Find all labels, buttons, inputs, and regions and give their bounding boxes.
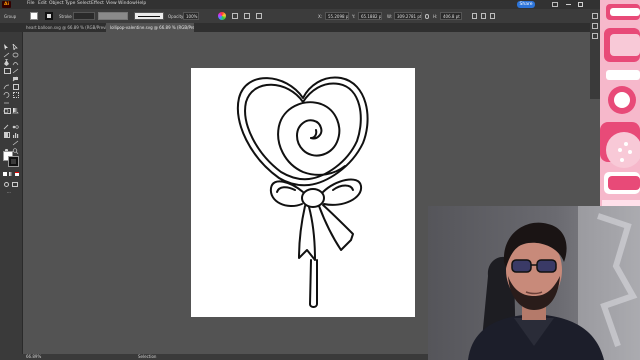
align-icon[interactable] [232, 13, 238, 19]
h-label: H: [433, 14, 438, 19]
blend-tool-icon[interactable] [12, 115, 19, 129]
menu-file[interactable]: File [27, 1, 35, 7]
toolbar-stroke-swatch-icon[interactable] [8, 156, 19, 167]
draw-mode-icon[interactable] [4, 182, 9, 187]
menu-select[interactable]: Select [77, 1, 91, 7]
selection-type-label: Group [4, 14, 17, 19]
perspective-grid-tool-icon[interactable] [12, 99, 19, 114]
menu-effect[interactable]: Effect [91, 1, 104, 7]
scale-tool-icon[interactable] [12, 83, 19, 90]
paintbrush-tool-icon[interactable] [12, 67, 19, 82]
screen-mode-icon[interactable] [12, 182, 18, 187]
reference-point-icon[interactable] [256, 13, 262, 19]
direct-selection-tool-icon[interactable] [12, 35, 19, 52]
recolor-icon[interactable] [218, 12, 226, 20]
y-field[interactable]: 65.1882 pt [358, 12, 382, 20]
color-mode-icon[interactable] [3, 172, 7, 176]
search-icon[interactable] [541, 1, 548, 16]
curvature-tool-icon[interactable] [12, 51, 19, 66]
menu-help[interactable]: Help [136, 1, 146, 7]
gradient-mode-icon[interactable] [9, 172, 13, 176]
panel-icon-3[interactable] [490, 13, 495, 19]
stroke-weight-field[interactable] [73, 12, 95, 20]
constrain-proportions-icon[interactable] [425, 14, 429, 19]
menu-type[interactable]: Type [65, 1, 75, 7]
eyedropper-tool-icon[interactable] [3, 115, 10, 130]
libraries-panel-icon[interactable] [592, 33, 598, 39]
transform-icon[interactable] [244, 13, 250, 19]
magic-wand-tool-icon[interactable] [3, 43, 10, 58]
tab-lollipop-valentine[interactable]: lollipop-valentine.svg @ 66.89 % (RGB/Pr… [106, 23, 194, 32]
h-field[interactable]: 406.8 pt [440, 12, 462, 20]
maximize-icon[interactable] [578, 2, 583, 7]
webcam-overlay [428, 206, 640, 360]
mesh-tool-icon[interactable] [3, 107, 11, 114]
fill-swatch-icon[interactable] [30, 12, 38, 20]
share-button[interactable]: Share [517, 1, 535, 8]
slice-tool-icon[interactable] [12, 131, 19, 146]
zoom-tool-icon[interactable] [12, 139, 19, 154]
panel-icon-2[interactable] [481, 13, 486, 19]
rotate-tool-icon[interactable] [3, 83, 10, 98]
variable-width-profile[interactable] [98, 12, 128, 20]
brush-definition[interactable] [134, 12, 164, 20]
properties-panel-icon[interactable] [592, 13, 598, 19]
shaper-tool-icon[interactable] [3, 75, 10, 90]
opacity-field[interactable]: 100% [183, 12, 199, 20]
document-tab-bar: heart balloon.svg @ 66.89 % (RGB/Preview… [0, 23, 600, 32]
pen-tool-icon[interactable] [3, 51, 10, 66]
arrange-icon[interactable] [552, 2, 558, 7]
control-bar: Group Stroke Opacity 100% X: 55.2098 pt … [0, 9, 600, 24]
menu-edit[interactable]: Edit [38, 1, 47, 7]
gradient-tool-icon[interactable] [12, 107, 19, 113]
menu-object[interactable]: Object [49, 1, 64, 7]
hand-tool-icon[interactable] [3, 139, 10, 153]
eraser-tool-icon[interactable] [12, 75, 19, 81]
tools-panel: T ··· [0, 32, 23, 360]
y-label: Y: [352, 14, 356, 19]
width-tool-icon[interactable] [3, 91, 10, 104]
none-mode-icon[interactable] [15, 172, 19, 176]
free-transform-tool-icon[interactable] [12, 91, 19, 98]
w-label: W: [387, 14, 393, 19]
app-logo-icon: Ai [2, 1, 11, 8]
line-tool-icon[interactable] [12, 59, 19, 74]
rectangle-tool-icon[interactable] [3, 67, 11, 74]
artboard[interactable] [191, 68, 415, 317]
selection-tool-icon[interactable] [3, 35, 10, 50]
stroke-swatch-icon[interactable] [45, 12, 53, 20]
artboard-tool-icon[interactable] [3, 131, 10, 138]
symbol-sprayer-tool-icon[interactable] [3, 123, 10, 137]
x-label: X: [318, 14, 323, 19]
menu-view[interactable]: View [106, 1, 117, 7]
x-field[interactable]: 55.2098 pt [325, 12, 349, 20]
lollipop-artwork[interactable] [191, 68, 415, 317]
shape-builder-tool-icon[interactable] [3, 99, 10, 114]
tab-heart-balloon[interactable]: heart balloon.svg @ 66.89 % (RGB/Preview… [22, 23, 106, 32]
opacity-label[interactable]: Opacity [168, 14, 183, 19]
presenter-webcam-image [428, 206, 640, 360]
column-graph-tool-icon[interactable] [12, 123, 19, 138]
minimize-icon[interactable] [566, 4, 571, 5]
lasso-tool-icon[interactable] [12, 43, 19, 58]
type-tool-icon[interactable]: T [3, 59, 10, 65]
stroke-label: Stroke [59, 14, 72, 19]
menu-bar: Ai File Edit Object Type Select Effect V… [0, 0, 600, 16]
edit-toolbar-icon[interactable]: ··· [7, 191, 13, 195]
home-icon[interactable] [13, 1, 20, 15]
layers-panel-icon[interactable] [592, 23, 598, 29]
zoom-level[interactable]: 66.89% [26, 354, 41, 360]
panel-icon[interactable] [472, 13, 477, 19]
w-field[interactable]: 309.2781 pt [394, 12, 422, 20]
right-panel-strip [590, 9, 600, 99]
menu-window[interactable]: Window [118, 1, 136, 7]
current-tool-label: Selection [138, 354, 157, 359]
